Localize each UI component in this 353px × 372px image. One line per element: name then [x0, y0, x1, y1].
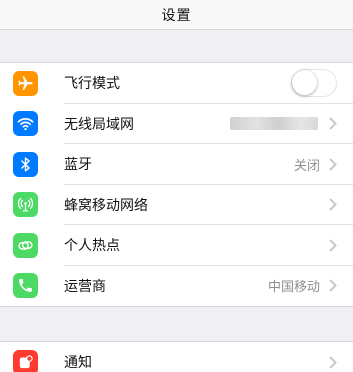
page-title: 设置	[161, 7, 192, 24]
row-label: 飞行模式	[64, 76, 120, 93]
settings-screen: 设置 飞行模式 无线局域网 蓝牙 关闭 蜂窝移动网络 个人热点 运营商 中国移动…	[0, 0, 353, 372]
chevron-right-icon	[328, 279, 337, 293]
wifi-icon	[13, 111, 38, 137]
settings-row-airplane-mode[interactable]: 飞行模式	[0, 63, 353, 104]
settings-row-bluetooth[interactable]: 蓝牙 关闭	[0, 144, 353, 185]
airplane-mode-toggle[interactable]	[291, 69, 337, 98]
row-label: 无线局域网	[64, 116, 134, 133]
row-label: 通知	[64, 355, 92, 372]
toggle-knob	[292, 70, 317, 96]
connectivity-section: 飞行模式 无线局域网 蓝牙 关闭 蜂窝移动网络 个人热点 运营商 中国移动	[0, 62, 353, 307]
notifications-section: 通知	[0, 341, 353, 372]
navigation-bar: 设置	[0, 0, 353, 30]
notifications-icon	[13, 349, 38, 372]
bluetooth-icon	[13, 151, 38, 177]
settings-row-notifications[interactable]: 通知	[0, 342, 353, 372]
row-label: 个人热点	[64, 238, 120, 255]
chevron-right-icon	[328, 157, 337, 171]
settings-row-carrier[interactable]: 运营商 中国移动	[0, 266, 353, 307]
redacted-network-name	[230, 117, 318, 131]
row-label: 蓝牙	[64, 157, 92, 174]
chevron-right-icon	[328, 238, 337, 252]
cellular-icon	[13, 192, 38, 218]
carrier-value: 中国移动	[267, 280, 320, 296]
phone-icon	[13, 273, 38, 299]
settings-row-wifi[interactable]: 无线局域网	[0, 104, 353, 144]
chevron-right-icon	[328, 355, 337, 369]
chevron-right-icon	[328, 117, 337, 131]
row-label: 运营商	[64, 278, 106, 295]
settings-row-personal-hotspot[interactable]: 个人热点	[0, 225, 353, 266]
row-label: 蜂窝移动网络	[64, 197, 148, 214]
bluetooth-status-value: 关闭	[293, 158, 320, 174]
chevron-right-icon	[328, 198, 337, 212]
settings-row-cellular[interactable]: 蜂窝移动网络	[0, 185, 353, 225]
airplane-icon	[13, 70, 38, 96]
hotspot-icon	[13, 232, 38, 258]
